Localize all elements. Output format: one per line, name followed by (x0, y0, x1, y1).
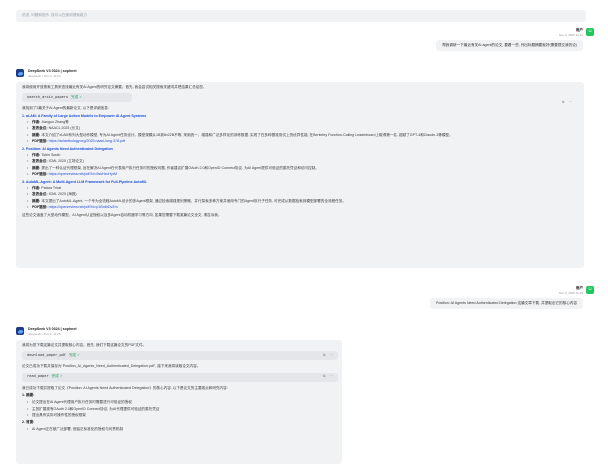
more-icon[interactable]: ⋯ (568, 100, 572, 105)
message-time: Nov 3, 2025 11:24 (558, 33, 583, 38)
paper-item: 1. aLAM: A Family of Large Action Models… (22, 114, 578, 145)
list-item: 主张扩展现有OAuth 2.0和OpenID Connect协议, 为AI代理提… (22, 407, 336, 413)
top-search-placeholder: 说说, 问题和指令, 按可以在使用搜索能力 (22, 13, 88, 18)
user-avatar: ☺ (586, 286, 594, 294)
message-time: deepseek • Nov 3, 11:24 (28, 74, 61, 79)
assistant-body: 我将使用开放搜索工具来查找最近有关AI Agent的研究论文摘要。首先, 我会尝… (16, 81, 584, 268)
tool-call-card[interactable]: read_paper 完成 ✓ ⧉ ⋯ (22, 372, 338, 382)
pdf-link[interactable]: https://openreview.net/pdf?id=9skHxuHyrM (49, 172, 117, 176)
user-avatar-icon: ☺ (587, 28, 593, 35)
tool-call-card[interactable]: search_arxiv_papers 完成 ✓ (22, 93, 132, 103)
list-item: AI Agent正在被广泛部署, 但缺乏标准化的授权与问责机制 (22, 427, 336, 433)
pdf-link[interactable]: https://openreview.net/pdf?id=p1Bn6rDvZm (49, 205, 118, 209)
assistant-avatar (16, 69, 24, 77)
assistant-intro: 我将为您下载这篇论文并提取核心内容。首先, 我们下载这篇论文的PDF文件。 (22, 342, 147, 347)
assistant-mid: 论文已成功下载并保存为"Position_AI_Agents_Need_Auth… (22, 364, 201, 369)
list-item: 论文提出在AI Agent代理用户执行任务时需要进行可验证的授权 (22, 400, 336, 406)
tool-status: 完成 ✓ (51, 374, 63, 379)
tool-status: 完成 ✓ (68, 353, 81, 358)
pdf-link[interactable]: https://aclanthology.org/2025.naacl-long… (49, 139, 125, 143)
copy-icon[interactable]: ⧉ (323, 374, 326, 379)
user-avatar-icon: ☺ (587, 286, 593, 293)
assistant-message-1: DeepSeek V3 0324 | sophnet deepseek • No… (16, 69, 584, 268)
more-icon[interactable]: ⋯ (329, 374, 333, 379)
paper-item: 2. Position: AI Agents Need Authenticate… (22, 147, 578, 178)
whale-logo-icon (17, 71, 23, 76)
user-avatar: ☺ (586, 28, 594, 36)
tool-actions: ⧉ ⋯ (562, 100, 572, 105)
list-item: 提出具有实际可操作性的授权框架 (22, 413, 336, 419)
user-bubble: 帮我调研一下最近有关AI agent的论文, 要看一些, 列出标题摘要就好(需要… (436, 39, 583, 52)
tool-name: read_paper (27, 374, 49, 379)
user-bubble: Position: AI Agents Need Authenticated D… (429, 297, 583, 310)
paper-author: 作者: Jianguo Zhang等 (22, 120, 578, 126)
assistant-message-2: DeepSeek V3 0324 | sophnet deepseek • No… (16, 327, 342, 464)
paper-link: PDF链接: https://openreview.net/pdf?id=9sk… (22, 172, 578, 178)
more-icon[interactable]: ⋯ (329, 353, 333, 358)
user-message-2: 用户 Nov 3, 2025 11:25 ☺ Position: AI Agen… (429, 286, 594, 310)
paper-item: 3. AutoML-Agent: A Multi-Agent LLM Frame… (22, 180, 578, 211)
tool-name: download_paper_pdf (27, 353, 66, 358)
copy-icon[interactable]: ⧉ (562, 100, 565, 105)
assistant-intro: 我将使用开放搜索工具来查找最近有关AI Agent的研究论文摘要。首先, 我会尝… (22, 84, 207, 89)
paper-venue: 发表会议: ICML 2025 (海报) (22, 192, 578, 198)
paper-link: PDF链接: https://aclanthology.org/2025.naa… (22, 139, 578, 145)
paper-title: 1. aLAM: A Family of Large Action Models… (22, 113, 147, 118)
summary-intro: 我已成功下载并提取了论文《Position: AI Agents Need Au… (22, 385, 228, 390)
paper-venue: 发表会议: NAACL 2025 (长文) (22, 126, 578, 132)
paper-abstract: 摘要: 本文提出了AutoML-Agent, 一个专为全流程AutoML设计的多… (22, 199, 578, 205)
assistant-closing: 这些论文涵盖了大型动作模型、AI Agent认证授权以及多Agent自动机器学习… (22, 212, 222, 217)
paper-link: PDF链接: https://openreview.net/pdf?id=p1B… (22, 205, 578, 211)
section-title: 2. 背景: (22, 419, 35, 424)
tool-call-card[interactable]: download_paper_pdf 完成 ✓ ⧉ ⋯ (22, 351, 338, 361)
paper-abstract: 摘要: 本文介绍了xLAM系列大型动作模型, 专为AI Agent任务设计。模型… (22, 133, 578, 139)
paper-title: 2. Position: AI Agents Need Authenticate… (22, 146, 113, 151)
user-message-1: 用户 Nov 3, 2025 11:24 ☺ 帮我调研一下最近有关AI agen… (436, 28, 594, 52)
paper-abstract: 摘要: 提出了一种认证代理框架, 旨在解决AI Agent在代表用户执行任务时的… (22, 166, 578, 172)
message-time: Nov 3, 2025 11:25 (558, 291, 583, 296)
message-time: deepseek • Nov 3, 11:25 (28, 332, 61, 337)
tool-name: search_arxiv_papers (27, 95, 69, 100)
whale-logo-icon (17, 329, 23, 334)
section-title: 1. 摘要: (22, 393, 35, 398)
paper-venue: 发表会议: ICML 2025 (立场论文) (22, 159, 578, 165)
paper-author: 作者: Patara Trirat (22, 186, 578, 192)
paper-title: 3. AutoML-Agent: A Multi-Agent LLM Frame… (22, 179, 147, 184)
tool-status: 完成 ✓ (71, 95, 83, 100)
top-search-input[interactable]: 说说, 问题和指令, 按可以在使用搜索能力 (16, 10, 586, 22)
copy-icon[interactable]: ⧉ (323, 353, 326, 358)
results-intro: 我找到了3篇关于AI Agent的最新论文, 以下是详细信息: (22, 106, 109, 111)
assistant-body: 我将为您下载这篇论文并提取核心内容。首先, 我们下载这篇论文的PDF文件。 do… (16, 339, 342, 464)
assistant-avatar (16, 327, 24, 335)
paper-author: 作者: Tobin South (22, 153, 578, 159)
